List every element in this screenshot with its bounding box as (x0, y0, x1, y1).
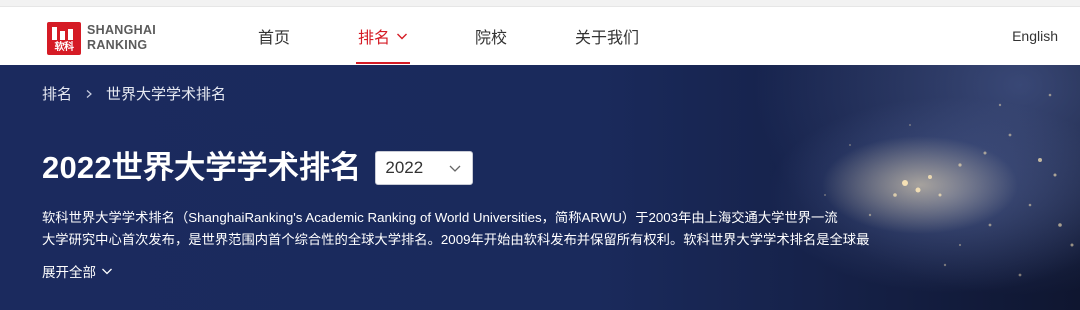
description-line: 大学研究中心首次发布，是世界范围内首个综合性的全球大学排名。2009年开始由软科… (42, 232, 870, 247)
nav-item-home[interactable]: 首页 (258, 7, 290, 65)
logo-line-2: RANKING (87, 38, 148, 52)
description-line: 软科世界大学学术排名（ShanghaiRanking's Academic Ra… (42, 210, 838, 225)
shanghairanking-logo[interactable]: 软科 SHANGHAI RANKING (47, 20, 167, 56)
expand-all-label: 展开全部 (42, 265, 96, 280)
breadcrumb-item-current: 世界大学学术排名 (106, 86, 227, 103)
chevron-down-icon (397, 33, 408, 40)
nav-item-label: 关于我们 (575, 30, 640, 47)
nav-item-rankings[interactable]: 排名 (355, 7, 411, 65)
expand-all-button[interactable]: 展开全部 (42, 261, 113, 281)
breadcrumb-item-rankings[interactable]: 排名 (42, 83, 72, 104)
nav-item-institutions[interactable]: 院校 (475, 7, 507, 65)
chevron-down-icon (102, 268, 112, 275)
chevron-down-icon (449, 165, 461, 172)
year-select[interactable]: 2022 (375, 151, 474, 185)
nav-item-label: 排名 (358, 30, 391, 47)
nav-item-label: 院校 (475, 30, 508, 47)
logo-mark-icon: 软科 (47, 21, 81, 55)
logo-cn-text: 软科 (54, 41, 75, 53)
top-navbar: 软科 SHANGHAI RANKING 首页 排名 院校 关于我们 Englis… (0, 7, 1080, 65)
year-select-value: 2022 (385, 158, 424, 177)
top-strip (0, 0, 1080, 7)
logo-line-1: SHANGHAI (87, 23, 157, 37)
nav-item-about-us[interactable]: 关于我们 (575, 7, 639, 65)
page-title: 2022世界大学学术排名 (42, 150, 362, 185)
breadcrumb: 排名 世界大学学术排名 (42, 83, 226, 104)
language-switch-english[interactable]: English (1012, 7, 1058, 65)
chevron-right-icon (86, 89, 92, 98)
hero-banner: 排名 世界大学学术排名 2022世界大学学术排名 2022 软科世界大学学术排名… (0, 65, 1080, 310)
title-row: 2022世界大学学术排名 2022 (42, 149, 474, 187)
nav-item-label: 首页 (258, 30, 291, 47)
ranking-description: 软科世界大学学术排名（ShanghaiRanking's Academic Ra… (42, 207, 927, 251)
logo-wordmark: SHANGHAI RANKING (87, 23, 156, 53)
